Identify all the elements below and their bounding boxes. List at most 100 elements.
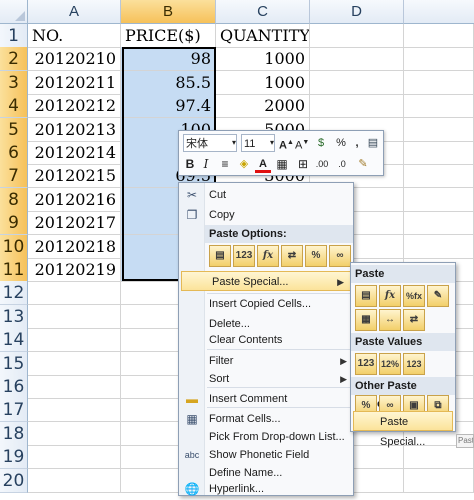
cell-b3[interactable]: 85.5 <box>121 70 216 95</box>
cell-c2[interactable]: 1000 <box>216 47 310 72</box>
cell-a4[interactable]: 20120212 <box>28 94 121 119</box>
cell-b1[interactable]: PRICE($) <box>121 24 216 48</box>
column-header-c[interactable]: C <box>216 0 310 24</box>
cell-e10[interactable] <box>404 234 474 259</box>
currency-button[interactable]: $ <box>311 134 331 152</box>
column-header-b[interactable]: B <box>121 0 216 24</box>
menu-item-paste-special[interactable]: Paste Special... ▶ <box>181 271 351 291</box>
comma-button[interactable]: , <box>351 134 363 152</box>
cell-e6[interactable] <box>404 141 474 165</box>
cell-e9[interactable] <box>404 211 474 236</box>
row-header[interactable]: 6 <box>0 141 28 165</box>
italic-button[interactable]: I <box>199 155 213 173</box>
cell-a17[interactable] <box>28 398 121 423</box>
row-header[interactable]: 7 <box>0 164 28 189</box>
cell-e2[interactable] <box>404 47 474 72</box>
paste-formulas-icon[interactable]: fx <box>257 245 279 267</box>
menu-item-format-cells[interactable]: ▦ Format Cells... <box>179 409 353 429</box>
row-header[interactable]: 13 <box>0 304 28 329</box>
cell-a9[interactable]: 20120217 <box>28 211 121 236</box>
cell-c4[interactable]: 2000 <box>216 94 310 119</box>
row-header[interactable]: 3 <box>0 70 28 95</box>
cell-c1[interactable]: QUANTITY <box>216 24 310 48</box>
cell-a13[interactable] <box>28 304 121 329</box>
row-header[interactable]: 4 <box>0 94 28 119</box>
menu-item-sort[interactable]: Sort ▶ <box>179 369 353 389</box>
paste-icon[interactable]: ▤ <box>355 285 377 307</box>
column-header-e[interactable] <box>404 0 474 24</box>
cell-a10[interactable]: 20120218 <box>28 234 121 259</box>
merge-cells-icon[interactable]: ⊞ <box>295 155 311 173</box>
cell-a18[interactable] <box>28 421 121 446</box>
font-color-button[interactable]: A <box>255 155 271 173</box>
cell-a16[interactable] <box>28 375 121 399</box>
row-header[interactable]: 1 <box>0 24 28 48</box>
submenu-item-paste-special[interactable]: Paste Special... <box>353 411 453 448</box>
row-header[interactable]: 15 <box>0 351 28 376</box>
paste-values-icon[interactable]: 123 <box>233 245 255 267</box>
percent-button[interactable]: % <box>333 134 349 152</box>
fill-color-icon[interactable]: ◈ <box>235 155 253 173</box>
menu-item-hyperlink[interactable]: 🌐 Hyperlink... <box>179 479 353 499</box>
decrease-decimal-icon[interactable]: .0 <box>333 155 351 173</box>
cell-a7[interactable]: 20120215 <box>28 164 121 189</box>
column-header-a[interactable]: A <box>28 0 121 24</box>
row-header[interactable]: 20 <box>0 468 28 493</box>
row-header[interactable]: 11 <box>0 258 28 282</box>
cell-d3[interactable] <box>310 70 404 95</box>
borders-icon[interactable]: ▦ <box>273 155 291 173</box>
row-header[interactable]: 17 <box>0 398 28 423</box>
menu-item-filter[interactable]: Filter ▶ <box>179 351 353 371</box>
select-all-corner[interactable] <box>0 0 28 24</box>
cell-e3[interactable] <box>404 70 474 95</box>
paste-formatting-icon[interactable]: % <box>305 245 327 267</box>
keep-source-formatting-icon[interactable]: ✎ <box>427 285 449 307</box>
cell-e1[interactable] <box>404 24 474 48</box>
menu-item-clear-contents[interactable]: Clear Contents <box>179 330 353 350</box>
paste-formulas-icon[interactable]: fx <box>379 285 401 307</box>
align-center-icon[interactable]: ≡ <box>217 155 233 173</box>
values-source-format-icon[interactable]: 123 <box>403 353 425 375</box>
row-header[interactable]: 16 <box>0 375 28 399</box>
row-header[interactable]: 14 <box>0 328 28 353</box>
cell-a12[interactable] <box>28 281 121 306</box>
menu-item-pick-list[interactable]: Pick From Drop-down List... <box>179 427 353 447</box>
cell-a20[interactable] <box>28 468 121 493</box>
row-header[interactable]: 9 <box>0 211 28 236</box>
cell-a11[interactable]: 20120219 <box>28 258 121 282</box>
cell-d2[interactable] <box>310 47 404 72</box>
format-painter-icon[interactable]: ▤ <box>365 134 381 152</box>
values-icon[interactable]: 123 <box>355 353 377 375</box>
shrink-font-icon[interactable]: A▼ <box>295 134 309 152</box>
cell-a6[interactable]: 20120214 <box>28 141 121 165</box>
column-header-d[interactable]: D <box>310 0 404 24</box>
cell-a5[interactable]: 20120213 <box>28 117 121 142</box>
cell-a1[interactable]: NO. <box>28 24 121 48</box>
menu-item-cut[interactable]: ✂ Cut <box>179 185 353 205</box>
cell-c3[interactable]: 1000 <box>216 70 310 95</box>
cell-e7[interactable] <box>404 164 474 189</box>
cell-b4[interactable]: 97.4 <box>121 94 216 119</box>
grow-font-icon[interactable]: A▲ <box>279 134 294 152</box>
cell-b2[interactable]: 98 <box>121 47 216 72</box>
cell-e8[interactable] <box>404 187 474 212</box>
cell-a15[interactable] <box>28 351 121 376</box>
menu-item-insert-comment[interactable]: ▬ Insert Comment <box>179 389 353 409</box>
cell-e20[interactable] <box>404 468 474 493</box>
increase-decimal-icon[interactable]: .00 <box>313 155 331 173</box>
cell-a14[interactable] <box>28 328 121 353</box>
menu-item-phonetic[interactable]: abc Show Phonetic Field <box>179 445 353 465</box>
bold-button[interactable]: B <box>183 155 197 173</box>
keep-column-widths-icon[interactable]: ↔ <box>379 309 401 331</box>
chevron-down-icon[interactable]: ▾ <box>229 134 239 152</box>
row-header[interactable]: 2 <box>0 47 28 72</box>
row-header[interactable]: 10 <box>0 234 28 259</box>
cell-a3[interactable]: 20120211 <box>28 70 121 95</box>
no-borders-icon[interactable]: ▦ <box>355 309 377 331</box>
menu-item-copy[interactable]: ❐ Copy <box>179 205 353 225</box>
row-header[interactable]: 18 <box>0 421 28 446</box>
paste-transpose-icon[interactable]: ⇄ <box>281 245 303 267</box>
cell-e5[interactable] <box>404 117 474 142</box>
cell-a2[interactable]: 20120210 <box>28 47 121 72</box>
cell-d1[interactable] <box>310 24 404 48</box>
